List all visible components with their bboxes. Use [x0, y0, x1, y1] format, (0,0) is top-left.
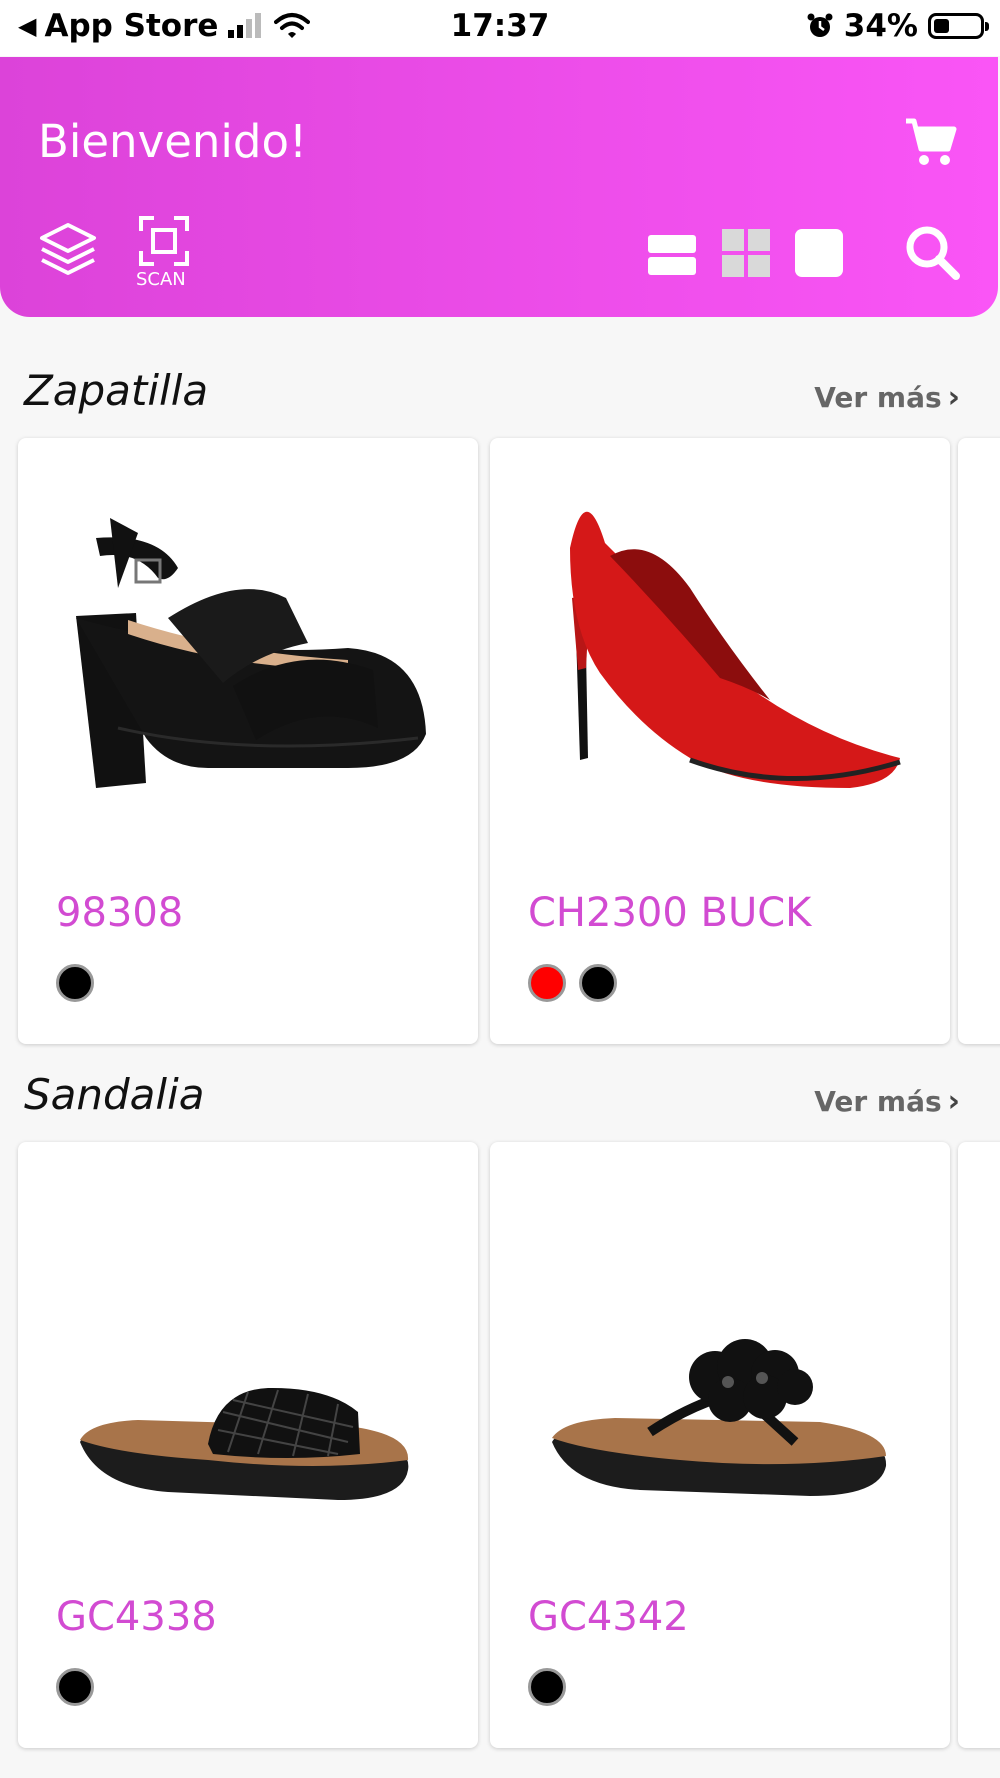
list-view-icon[interactable] — [648, 233, 696, 277]
product-card[interactable]: GC4342 — [490, 1142, 950, 1748]
color-swatch[interactable] — [579, 964, 617, 1002]
see-more-label: Ver más — [814, 381, 942, 414]
product-image-red-suede-pump — [570, 511, 901, 788]
battery-level — [934, 19, 949, 33]
product-name: CH2300 BUCK — [528, 890, 812, 936]
single-view-icon[interactable] — [795, 229, 843, 277]
color-swatch[interactable] — [528, 1668, 566, 1706]
product-name: GC4338 — [56, 1594, 217, 1640]
scan-label[interactable]: SCAN — [136, 269, 186, 290]
battery-icon — [928, 13, 989, 39]
see-more-label: Ver más — [814, 1085, 942, 1118]
scan-icon[interactable] — [138, 215, 190, 267]
app-header: Bienvenido! SCAN — [0, 57, 998, 317]
chevron-right-icon: › — [947, 1084, 960, 1119]
chevron-right-icon: › — [947, 380, 960, 415]
product-card[interactable]: CH2300 BUCK — [490, 438, 950, 1044]
status-right: 34% — [806, 8, 989, 44]
layers-icon[interactable] — [38, 219, 98, 279]
shopping-cart-icon[interactable] — [904, 115, 958, 169]
color-swatches — [528, 964, 617, 1002]
alarm-icon — [807, 13, 833, 37]
section-title-sandalia: Sandalia — [24, 1070, 205, 1119]
color-swatches — [528, 1668, 566, 1706]
color-swatch[interactable] — [56, 1668, 94, 1706]
color-swatches — [56, 964, 94, 1002]
see-more-sandalia-link[interactable]: Ver más › — [814, 1084, 960, 1119]
color-swatch[interactable] — [56, 964, 94, 1002]
product-name: GC4342 — [528, 1594, 689, 1640]
search-icon[interactable] — [902, 222, 962, 282]
welcome-title: Bienvenido! — [38, 115, 308, 168]
grid-view-icon[interactable] — [722, 229, 770, 277]
status-bar: ◀ App Store 17:37 34% — [0, 0, 1000, 56]
product-card[interactable]: 98308 — [18, 438, 478, 1044]
see-more-zapatilla-link[interactable]: Ver más › — [814, 380, 960, 415]
product-card-peek[interactable] — [958, 438, 1000, 1044]
battery-percent: 34% — [843, 8, 918, 44]
product-image-black-woven-slide — [80, 1387, 409, 1500]
product-image-black-platform-sandal — [76, 518, 426, 788]
section-title-zapatilla: Zapatilla — [24, 366, 209, 415]
product-card-peek[interactable] — [958, 1142, 1000, 1748]
product-name: 98308 — [56, 890, 184, 936]
color-swatches — [56, 1668, 94, 1706]
color-swatch[interactable] — [528, 964, 566, 1002]
product-image-black-flower-flip-flop — [552, 1339, 887, 1496]
product-card[interactable]: GC4338 — [18, 1142, 478, 1748]
